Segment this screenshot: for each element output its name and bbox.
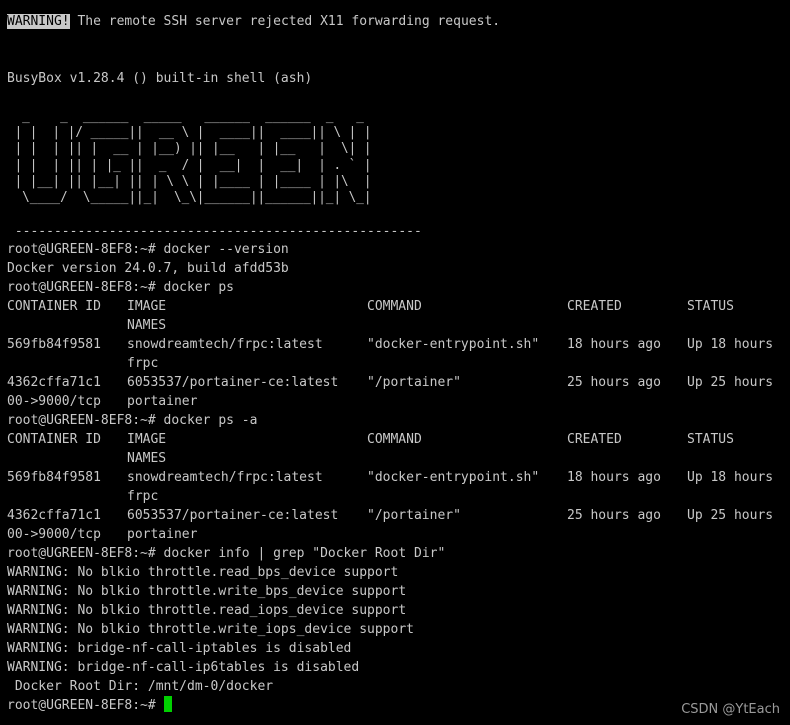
prompt-docker-ps: root@UGREEN-8EF8:~# docker ps xyxy=(7,280,234,295)
container-ports-wrap: 00->9000/tcp xyxy=(7,527,101,542)
terminal-window[interactable]: WARNING! The remote SSH server rejected … xyxy=(0,0,790,725)
container-image: 6053537/portainer-ce:latest xyxy=(127,508,339,523)
header-image: IMAGE xyxy=(127,432,167,447)
table-row-wrap: frpc xyxy=(7,487,787,506)
header-names: NAMES xyxy=(127,451,167,466)
warning-tag: WARNING! xyxy=(7,14,70,29)
warning-line: WARNING: bridge-nf-call-ip6tables is dis… xyxy=(7,660,360,675)
x11-warning-text: The remote SSH server rejected X11 forwa… xyxy=(69,14,501,29)
table-header-row: CONTAINER ID IMAGE COMMAND CREATED STATU… xyxy=(7,430,787,449)
warning-line: WARNING: No blkio throttle.write_iops_de… xyxy=(7,622,414,637)
container-ports-wrap: 00->9000/tcp xyxy=(7,394,101,409)
table-row-wrap: 00->9000/tcp portainer xyxy=(7,392,787,411)
cursor-block[interactable] xyxy=(163,696,172,712)
busybox-banner: BusyBox v1.28.4 () built-in shell (ash) xyxy=(7,71,313,86)
container-status: Up 18 hours xyxy=(687,470,774,485)
prompt-docker-info: root@UGREEN-8EF8:~# docker info | grep "… xyxy=(7,546,446,561)
container-status: Up 25 hours xyxy=(687,508,774,523)
active-prompt-line[interactable]: root@UGREEN-8EF8:~# xyxy=(7,696,172,715)
container-status: Up 25 hours xyxy=(687,375,774,390)
container-name: portainer xyxy=(127,394,198,409)
header-container-id: CONTAINER ID xyxy=(7,299,101,314)
table-header-wrap: NAMES xyxy=(7,316,787,335)
warning-line: WARNING: bridge-nf-call-iptables is disa… xyxy=(7,641,352,656)
header-image: IMAGE xyxy=(127,299,167,314)
container-image: snowdreamtech/frpc:latest xyxy=(127,337,323,352)
prompt-docker-version: root@UGREEN-8EF8:~# docker --version xyxy=(7,242,289,257)
container-command: "/portainer" xyxy=(367,508,461,523)
header-container-id: CONTAINER ID xyxy=(7,432,101,447)
container-created: 25 hours ago xyxy=(567,508,661,523)
table-header-wrap: NAMES xyxy=(7,449,787,468)
container-status: Up 18 hours xyxy=(687,337,774,352)
container-image: 6053537/portainer-ce:latest xyxy=(127,375,339,390)
table-row: 569fb84f9581 snowdreamtech/frpc:latest "… xyxy=(7,335,787,354)
final-prompt: root@UGREEN-8EF8:~# xyxy=(7,698,164,713)
container-command: "/portainer" xyxy=(367,375,461,390)
table-header-row: CONTAINER ID IMAGE COMMAND CREATED STATU… xyxy=(7,297,787,316)
table-row: 4362cffa71c1 6053537/portainer-ce:latest… xyxy=(7,373,787,392)
container-id: 4362cffa71c1 xyxy=(7,375,101,390)
container-id: 4362cffa71c1 xyxy=(7,508,101,523)
container-id: 569fb84f9581 xyxy=(7,470,101,485)
header-names: NAMES xyxy=(127,318,167,333)
prompt-docker-ps-a: root@UGREEN-8EF8:~# docker ps -a xyxy=(7,413,258,428)
header-created: CREATED xyxy=(567,299,622,314)
container-name: portainer xyxy=(127,527,198,542)
container-image: snowdreamtech/frpc:latest xyxy=(127,470,323,485)
container-command: "docker-entrypoint.sh" xyxy=(367,337,540,352)
container-name: frpc xyxy=(127,356,159,371)
header-status: STATUS xyxy=(687,299,734,314)
container-name: frpc xyxy=(127,489,159,504)
container-created: 25 hours ago xyxy=(567,375,661,390)
ugreen-ascii-logo: _ _ ______ _____ ______ ______ _ _ | | |… xyxy=(14,109,372,206)
warning-line: WARNING: No blkio throttle.read_bps_devi… xyxy=(7,565,399,580)
separator-line: ----------------------------------------… xyxy=(7,224,422,239)
header-command: COMMAND xyxy=(367,432,422,447)
docker-version-output: Docker version 24.0.7, build afdd53b xyxy=(7,261,289,276)
warning-line: WARNING: No blkio throttle.write_bps_dev… xyxy=(7,584,407,599)
header-command: COMMAND xyxy=(367,299,422,314)
table-row-wrap: 00->9000/tcp portainer xyxy=(7,525,787,544)
csdn-watermark: CSDN @YtEach xyxy=(681,702,780,717)
x11-warning-line: WARNING! The remote SSH server rejected … xyxy=(7,12,500,31)
container-id: 569fb84f9581 xyxy=(7,337,101,352)
table-row-wrap: frpc xyxy=(7,354,787,373)
container-created: 18 hours ago xyxy=(567,337,661,352)
header-created: CREATED xyxy=(567,432,622,447)
table-row: 4362cffa71c1 6053537/portainer-ce:latest… xyxy=(7,506,787,525)
warning-line: WARNING: No blkio throttle.read_iops_dev… xyxy=(7,603,407,618)
container-command: "docker-entrypoint.sh" xyxy=(367,470,540,485)
header-status: STATUS xyxy=(687,432,734,447)
container-created: 18 hours ago xyxy=(567,470,661,485)
table-row: 569fb84f9581 snowdreamtech/frpc:latest "… xyxy=(7,468,787,487)
docker-root-dir-output: Docker Root Dir: /mnt/dm-0/docker xyxy=(7,679,274,694)
